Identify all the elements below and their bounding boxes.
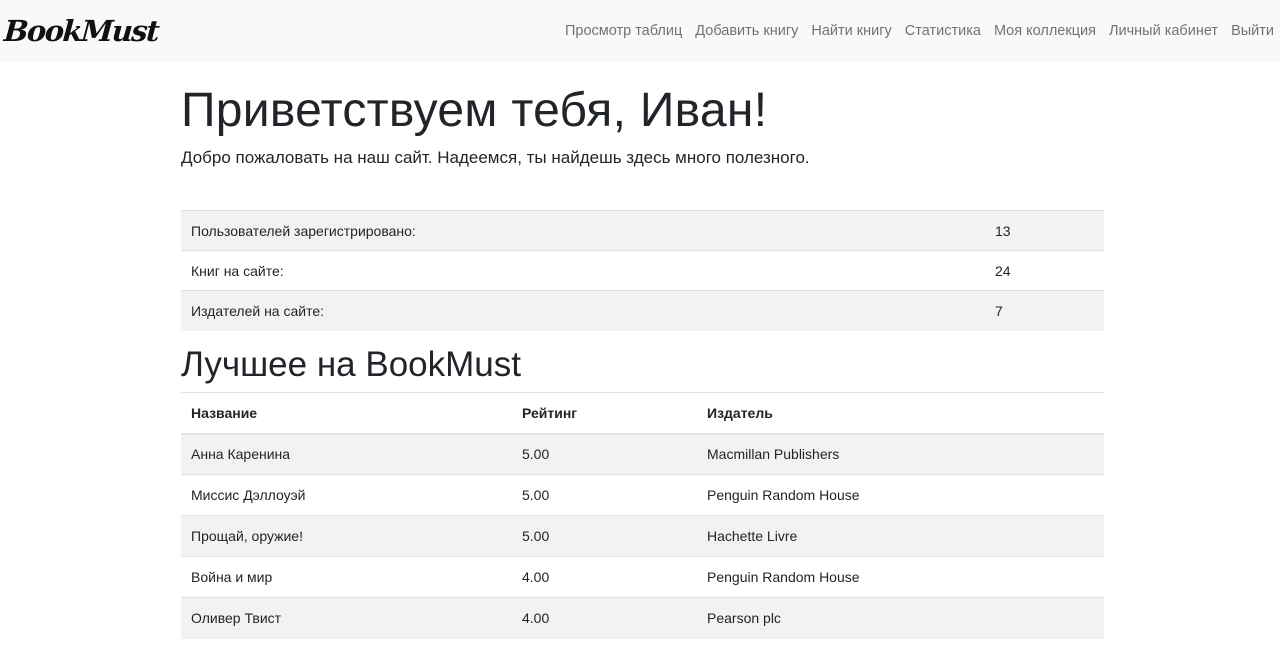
book-title: Прощай, оружие! [181, 515, 512, 557]
column-header-title: Название [181, 392, 512, 435]
book-publisher: Pearson plc [697, 597, 1104, 639]
book-publisher: Macmillan Publishers [697, 433, 1104, 475]
brand-logo[interactable]: BookMust [3, 14, 160, 48]
main-container: Приветствуем тебя, Иван! Добро пожаловат… [181, 62, 1104, 639]
book-title: Миссис Дэллоуэй [181, 474, 512, 516]
stat-value: 13 [995, 210, 1104, 251]
nav-link-logout[interactable]: Выйти [1225, 23, 1274, 39]
navbar: BookMust Просмотр таблиц Добавить книгу … [0, 0, 1280, 62]
nav-links: Просмотр таблиц Добавить книгу Найти кни… [558, 23, 1274, 39]
column-header-publisher: Издатель [697, 392, 1104, 435]
book-publisher: Penguin Random House [697, 474, 1104, 516]
table-row: Война и мир 4.00 Penguin Random House [181, 556, 1104, 598]
book-rating: 4.00 [512, 597, 697, 639]
book-title: Анна Каренина [181, 433, 512, 475]
nav-link-find-book[interactable]: Найти книгу [805, 23, 898, 39]
welcome-lead: Добро пожаловать на наш сайт. Надеемся, … [181, 148, 810, 167]
table-row: Миссис Дэллоуэй 5.00 Penguin Random Hous… [181, 474, 1104, 516]
book-title: Война и мир [181, 556, 512, 598]
table-row: Анна Каренина 5.00 Macmillan Publishers [181, 433, 1104, 475]
book-title: Оливер Твист [181, 597, 512, 639]
table-header-row: Название Рейтинг Издатель [181, 392, 1104, 435]
stat-value: 7 [995, 290, 1104, 331]
table-row: Пользователей зарегистрировано: 13 [181, 210, 1104, 251]
nav-link-account[interactable]: Личный кабинет [1102, 23, 1224, 39]
book-publisher: Hachette Livre [697, 515, 1104, 557]
nav-link-statistics[interactable]: Статистика [898, 23, 987, 39]
book-rating: 5.00 [512, 433, 697, 475]
table-row: Оливер Твист 4.00 Pearson plc [181, 597, 1104, 639]
stat-label: Издателей на сайте: [181, 290, 995, 331]
column-header-rating: Рейтинг [512, 392, 697, 435]
stats-table: Пользователей зарегистрировано: 13 Книг … [181, 210, 1104, 331]
nav-link-add-book[interactable]: Добавить книгу [689, 23, 805, 39]
nav-link-my-collection[interactable]: Моя коллекция [987, 23, 1102, 39]
best-section-title: Лучшее на BookMust [181, 345, 521, 384]
stat-label: Книг на сайте: [181, 250, 995, 291]
table-row: Прощай, оружие! 5.00 Hachette Livre [181, 515, 1104, 557]
book-rating: 5.00 [512, 515, 697, 557]
best-books-table: Название Рейтинг Издатель Анна Каренина … [181, 392, 1104, 639]
page-title: Приветствуем тебя, Иван! [181, 84, 768, 137]
table-row: Книг на сайте: 24 [181, 250, 1104, 291]
nav-link-view-tables[interactable]: Просмотр таблиц [558, 23, 688, 39]
table-row: Издателей на сайте: 7 [181, 290, 1104, 331]
book-publisher: Penguin Random House [697, 556, 1104, 598]
book-rating: 4.00 [512, 556, 697, 598]
stat-value: 24 [995, 250, 1104, 291]
stat-label: Пользователей зарегистрировано: [181, 210, 995, 251]
book-rating: 5.00 [512, 474, 697, 516]
